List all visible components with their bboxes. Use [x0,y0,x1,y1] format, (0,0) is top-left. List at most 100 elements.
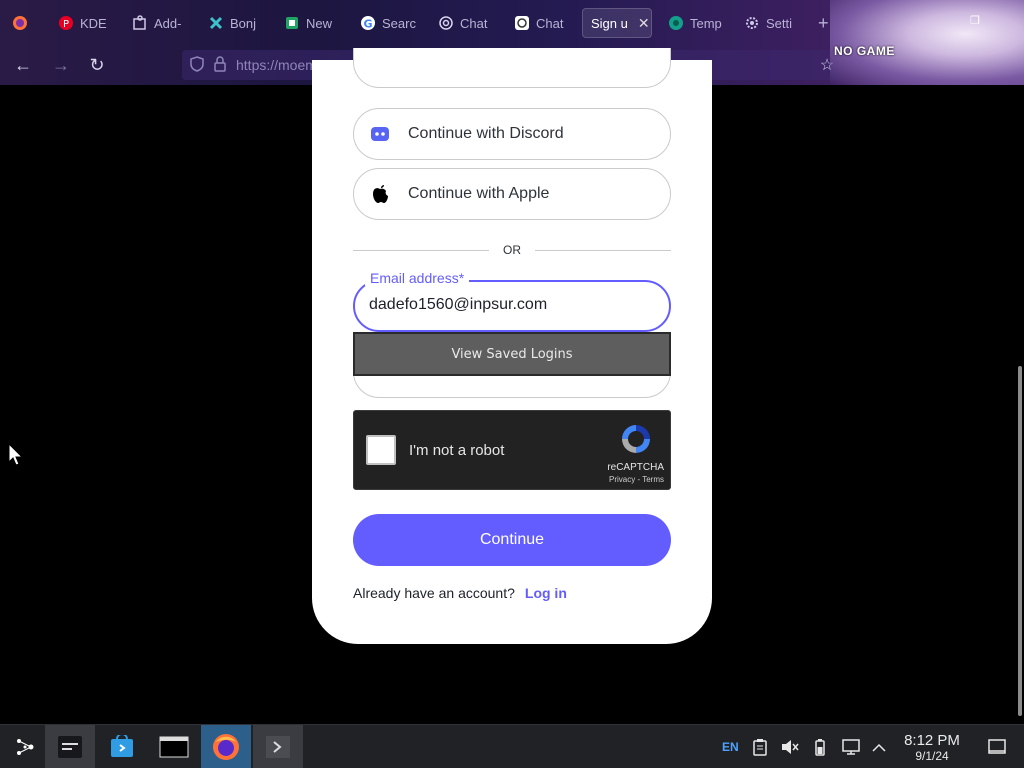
tab-label: Sign u [591,15,628,31]
divider-line [535,249,671,251]
svg-text:P: P [63,19,69,30]
tab-label: Setti [766,15,793,31]
globe-icon [668,15,684,31]
login-prompt-text: Already have an account? [353,585,515,601]
tab-label: Searc [382,15,416,31]
view-saved-logins-button[interactable]: View Saved Logins [353,332,671,376]
continue-with-discord-button[interactable]: Continue with Discord [353,108,671,160]
recaptcha-widget: I'm not a robot reCAPTCHA Privacy - Term… [353,410,671,490]
tab-label: Add- [154,15,182,31]
recaptcha-privacy-terms[interactable]: Privacy - Terms [609,475,664,484]
clock-date: 9/1/24 [915,749,949,763]
store-icon [111,735,133,757]
tab-chat-1[interactable]: Chat [430,8,496,38]
reload-button[interactable]: ↻ [86,54,108,76]
tab-addons[interactable]: Add- [124,8,190,38]
puzzle-icon [132,15,148,31]
svg-text:G: G [364,18,373,31]
close-tab-icon[interactable]: ✕ [638,15,650,32]
settings-app-icon [58,736,82,758]
tab-temp[interactable]: Temp [660,8,726,38]
digital-clock[interactable]: 8:12 PM 9/1/24 [895,732,969,763]
arrow-right-icon: → [52,54,70,75]
continue-with-apple-button[interactable]: Continue with Apple [353,168,671,220]
show-hidden-icons-chevron-up-icon[interactable] [872,725,886,768]
email-field[interactable]: Email address* [353,270,671,332]
captcha-text: I'm not a robot [409,442,505,459]
screen: P KDE Add- Bonj New G Searc Chat Chat Si… [0,0,1024,768]
page-scrollbar[interactable] [1018,366,1022,716]
clipboard-icon[interactable] [752,725,768,768]
tab-sign-up[interactable]: Sign u ✕ [582,8,652,38]
continue-button[interactable]: Continue [353,514,671,566]
recaptcha-brand: reCAPTCHA [607,462,664,473]
discord-icon [370,124,390,144]
taskbar-app-settings[interactable] [45,725,95,768]
keyboard-layout-label: EN [722,740,739,754]
application-launcher[interactable] [0,725,50,768]
discord-label: Continue with Discord [408,125,564,142]
cross-icon [208,15,224,31]
captcha-checkbox[interactable] [366,435,396,465]
back-button[interactable]: ← [12,54,34,76]
tab-bonj[interactable]: Bonj [200,8,266,38]
show-desktop-button[interactable] [988,725,1006,768]
mouse-cursor-icon [7,442,25,466]
taskbar-app-terminal[interactable] [149,725,199,768]
tab-label: Chat [536,15,564,31]
pinterest-icon: P [58,15,74,31]
tab-kde[interactable]: P KDE [50,8,116,38]
openai-icon [438,15,454,31]
gear-icon [744,15,760,31]
tab-label: KDE [80,15,107,31]
network-icon[interactable] [842,725,862,768]
taskbar-app-store[interactable] [97,725,147,768]
shield-icon [190,55,204,75]
login-prompt: Already have an account? Log in [353,585,567,601]
clock-time: 8:12 PM [904,732,960,749]
tab-label: Chat [460,15,488,31]
recaptcha-icon [618,421,654,457]
arrow-left-icon: ← [14,54,32,75]
openai-icon [514,15,530,31]
sheets-icon [284,15,300,31]
forward-button[interactable]: → [50,54,72,76]
tab-label: Bonj [230,15,257,31]
banner-text: NO GAME [834,44,895,58]
log-in-link[interactable]: Log in [525,585,567,601]
keyboard-layout[interactable]: EN [722,725,739,768]
launcher-icon [17,739,34,755]
window-icon [159,736,189,758]
tab-settings[interactable]: Setti [736,8,802,38]
divider-text: OR [503,243,521,257]
tab-chat-2[interactable]: Chat [506,8,572,38]
taskbar: EN 8:12 PM 9/1/24 [0,724,1024,768]
firefox-menu-icon[interactable] [8,8,32,38]
email-label: Email address* [365,270,470,286]
taskbar-app-konsole[interactable] [253,725,303,768]
volume-muted-icon[interactable] [780,725,800,768]
social-login-button-partial[interactable] [353,48,671,88]
tab-search[interactable]: G Searc [352,8,418,38]
apple-label: Continue with Apple [408,185,550,202]
apple-icon [370,184,390,204]
tab-new[interactable]: New [276,8,342,38]
taskbar-app-firefox[interactable] [201,725,251,768]
saved-logins-label: View Saved Logins [451,346,573,362]
lock-icon [214,55,226,75]
plus-icon: + [818,12,829,33]
divider-line [353,249,489,251]
signup-card: Continue with Discord Continue with Appl… [312,48,712,644]
firefox-icon [12,15,28,31]
terminal-icon [266,736,290,758]
or-divider: OR [353,240,671,260]
email-input[interactable] [369,296,649,314]
battery-icon[interactable] [814,725,826,768]
google-icon: G [360,15,376,31]
reload-icon: ↻ [89,54,105,75]
window-maximize-icon[interactable]: ❐ [970,14,980,27]
tab-label: Temp [690,15,722,31]
tab-label: New [306,15,333,31]
theme-banner-image: NO GAME ❐ [830,0,1024,85]
firefox-icon [213,734,239,760]
